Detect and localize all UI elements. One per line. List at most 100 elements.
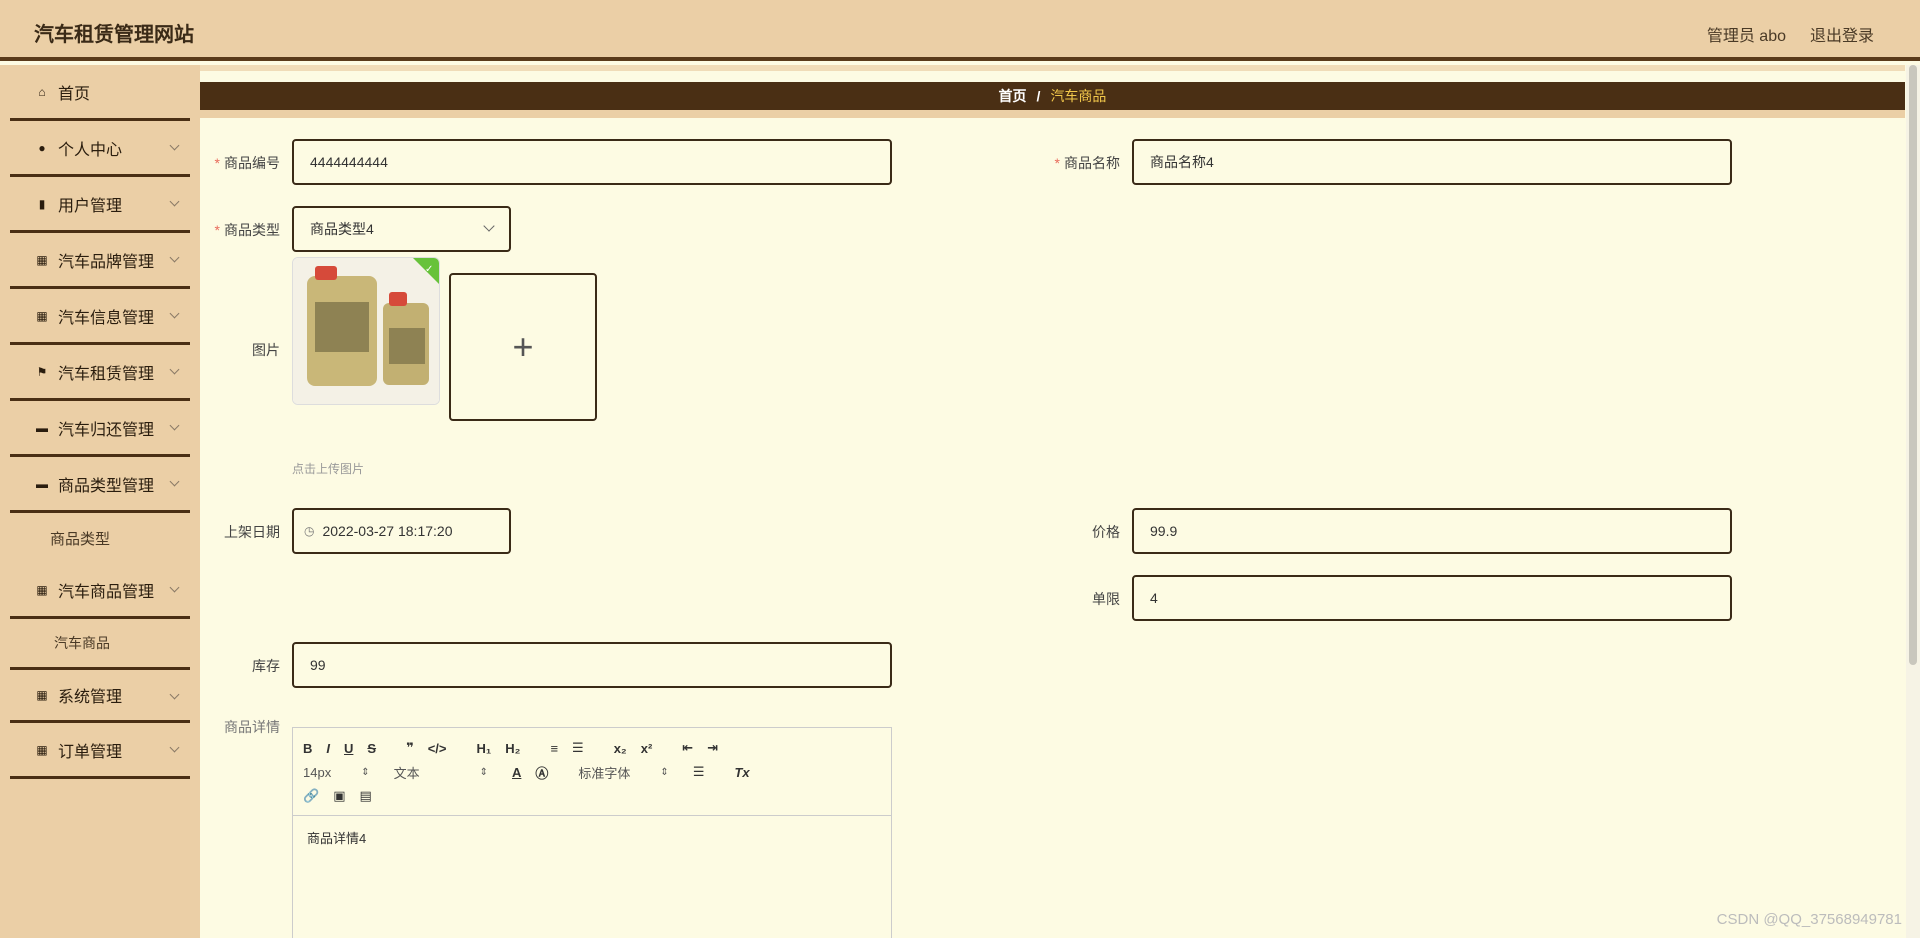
sidebar-item-label: 用户管理 (58, 197, 123, 215)
ordered-list-icon[interactable]: ≡ (550, 741, 558, 756)
sidebar: ⌂ 首页 ● 个人中心 ▮ 用户管理 ▦ 汽车品牌管理 ▦ 汽车信息管理 ⚑ 汽… (0, 65, 200, 938)
sidebar-item-rental[interactable]: ⚑ 汽车租赁管理 (10, 345, 190, 401)
heading1-icon[interactable]: H₁ (477, 741, 492, 756)
link-icon[interactable]: 🔗 (303, 788, 319, 804)
sidebar-item-label: 系统管理 (58, 689, 123, 706)
clock-icon: ◷ (304, 524, 315, 538)
watermark: CSDN @QQ_37568949781 (1716, 911, 1902, 928)
sidebar-item-return[interactable]: ▬ 汽车归还管理 (10, 401, 190, 457)
scrollbar-thumb[interactable] (1909, 65, 1917, 665)
sort-icon: ⇕ (361, 766, 370, 778)
goods-type-select[interactable]: 商品类型4 (292, 206, 511, 252)
sidebar-item-brands[interactable]: ▦ 汽车品牌管理 (10, 233, 190, 289)
chevron-down-icon (169, 252, 180, 263)
clear-format-icon[interactable]: Tx (734, 765, 749, 780)
shelf-date-input[interactable]: ◷ 2022-03-27 18:17:20 (292, 508, 511, 554)
chevron-down-icon (169, 308, 180, 319)
sidebar-item-profile[interactable]: ● 个人中心 (10, 121, 190, 177)
breadcrumb-home[interactable]: 首页 (999, 86, 1027, 106)
sidebar-item-label: 汽车商品管理 (58, 583, 155, 601)
goods-no-label: * 商品编号 (214, 155, 280, 171)
user-icon: ● (38, 140, 46, 155)
scrollbar[interactable] (1906, 65, 1920, 938)
code-icon[interactable]: </> (428, 741, 447, 756)
rich-text-editor: B I U S ❞ </> H₁ H₂ ≡ ☰ x₂ x² ⇤ ⇥ 14px ⇕ … (292, 727, 892, 938)
sidebar-item-label: 汽车信息管理 (58, 309, 155, 327)
detail-label: 商品详情 (224, 719, 280, 735)
sidebar-item-label: 汽车品牌管理 (58, 253, 155, 271)
sidebar-subitem-goods-type[interactable]: 商品类型 (10, 513, 190, 563)
shelf-date-label: 上架日期 (224, 524, 280, 540)
chevron-down-icon (169, 582, 180, 593)
superscript-icon[interactable]: x² (641, 741, 653, 756)
sidebar-item-orders[interactable]: ▦ 订单管理 (10, 723, 190, 779)
sidebar-item-car-info[interactable]: ▦ 汽车信息管理 (10, 289, 190, 345)
align-icon[interactable]: ☰ (693, 764, 705, 780)
home-icon: ⌂ (38, 84, 46, 99)
logout-link[interactable]: 退出登录 (1810, 22, 1874, 46)
limit-label: 单限 (1092, 591, 1120, 607)
video-icon[interactable]: ▤ (359, 788, 371, 804)
outdent-icon[interactable]: ⇤ (682, 740, 693, 756)
flag-icon: ⚑ (36, 364, 48, 379)
image-icon[interactable]: ▣ (333, 788, 345, 804)
svg-text:✓: ✓ (425, 264, 433, 275)
chevron-down-icon (169, 742, 180, 753)
chevron-down-icon (169, 689, 180, 700)
sidebar-item-label: 订单管理 (58, 743, 123, 761)
goods-type-label: * 商品类型 (214, 222, 280, 238)
sidebar-item-users[interactable]: ▮ 用户管理 (10, 177, 190, 233)
price-label: 价格 (1092, 524, 1120, 540)
stock-label: 库存 (252, 658, 280, 674)
chevron-down-icon (169, 476, 180, 487)
font-color-icon[interactable]: A (512, 765, 521, 780)
top-strip (200, 65, 1905, 71)
current-user: 管理员 abo (1706, 28, 1786, 45)
sidebar-item-home[interactable]: ⌂ 首页 (10, 65, 190, 121)
subscript-icon[interactable]: x₂ (614, 741, 627, 756)
text-type-select[interactable]: 文本 ⇕ (394, 763, 488, 782)
editor-toolbar: B I U S ❞ </> H₁ H₂ ≡ ☰ x₂ x² ⇤ ⇥ 14px ⇕ … (293, 728, 891, 816)
strikethrough-icon[interactable]: S (367, 741, 376, 756)
sidebar-item-label: 商品类型管理 (58, 477, 155, 495)
chevron-down-icon (169, 140, 180, 151)
main-content: 首页 / 汽车商品 * 商品编号 4444444444 * 商品名称 商品名称4 *… (200, 65, 1905, 938)
sidebar-subitem-car-goods[interactable]: 汽车商品 (10, 619, 190, 667)
sort-icon: ⇕ (660, 766, 669, 778)
picture-label: 图片 (252, 342, 280, 358)
grid-icon: ▦ (36, 252, 48, 267)
bullet-list-icon[interactable]: ☰ (572, 740, 584, 756)
indent-icon[interactable]: ⇥ (707, 740, 718, 756)
sidebar-item-system[interactable]: ▦ 系统管理 (10, 667, 190, 723)
apps-icon: ▦ (36, 582, 48, 597)
font-family-select[interactable]: 标准字体 ⇕ (578, 763, 668, 782)
underline-icon[interactable]: U (344, 741, 353, 756)
grid-icon: ▦ (36, 308, 48, 323)
quote-icon[interactable]: ❞ (406, 740, 414, 756)
breadcrumb: 首页 / 汽车商品 (200, 82, 1905, 118)
sidebar-item-label: 个人中心 (58, 141, 123, 159)
sidebar-item-car-goods[interactable]: ▦ 汽车商品管理 (10, 563, 190, 619)
bold-icon[interactable]: B (303, 741, 312, 756)
goods-no-input[interactable]: 4444444444 (292, 139, 892, 185)
sidebar-item-goods-type[interactable]: ▬ 商品类型管理 (10, 457, 190, 513)
heading2-icon[interactable]: H₂ (505, 741, 520, 756)
limit-input[interactable]: 4 (1132, 575, 1732, 621)
grid-icon: ▦ (36, 688, 48, 702)
italic-icon[interactable]: I (326, 741, 330, 756)
goods-name-label: * 商品名称 (1054, 155, 1120, 171)
clipboard-icon: ▮ (38, 196, 46, 211)
sidebar-item-label: 汽车租赁管理 (58, 365, 155, 383)
upload-hint: 点击上传图片 (292, 462, 365, 476)
editor-content[interactable]: 商品详情4 (293, 816, 891, 859)
plus-icon: + (512, 326, 534, 367)
chevron-down-icon (169, 420, 180, 431)
uploaded-image[interactable]: ✓ (292, 257, 440, 405)
font-size-select[interactable]: 14px ⇕ (303, 765, 370, 780)
background-color-icon[interactable]: Ⓐ (535, 763, 548, 782)
price-input[interactable]: 99.9 (1132, 508, 1732, 554)
goods-name-input[interactable]: 商品名称4 (1132, 139, 1732, 185)
upload-button[interactable]: + (449, 273, 597, 421)
stock-input[interactable]: 99 (292, 642, 892, 688)
chevron-down-icon (169, 196, 180, 207)
